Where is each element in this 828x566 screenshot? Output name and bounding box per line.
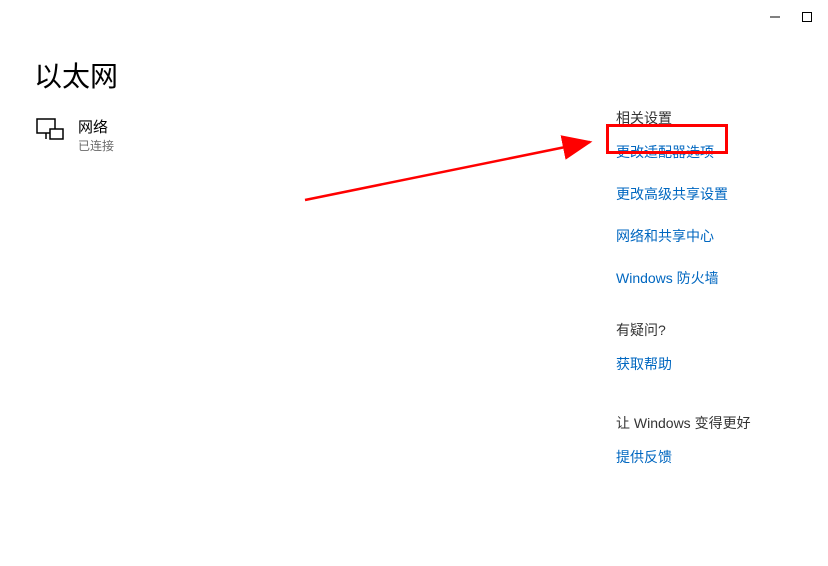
network-status-block[interactable]: 网络 已连接 [36, 118, 114, 154]
maximize-button[interactable] [800, 10, 814, 24]
get-help-link[interactable]: 获取帮助 [616, 354, 672, 374]
feedback-section: 让 Windows 变得更好 提供反馈 [616, 413, 751, 489]
related-settings-section: 相关设置 更改适配器选项 更改高级共享设置 网络和共享中心 Windows 防火… [616, 108, 728, 310]
network-sharing-center-link[interactable]: 网络和共享中心 [616, 226, 728, 246]
change-adapter-options-link[interactable]: 更改适配器选项 [616, 142, 728, 162]
minimize-button[interactable] [768, 10, 782, 24]
network-status: 已连接 [78, 138, 114, 155]
change-advanced-sharing-link[interactable]: 更改高级共享设置 [616, 184, 728, 204]
feedback-heading: 让 Windows 变得更好 [616, 413, 751, 433]
submit-feedback-link[interactable]: 提供反馈 [616, 447, 751, 467]
related-settings-heading: 相关设置 [616, 108, 728, 128]
question-section: 有疑问? 获取帮助 [616, 320, 672, 396]
window-controls [754, 0, 828, 34]
windows-firewall-link[interactable]: Windows 防火墙 [616, 268, 728, 288]
ethernet-icon [36, 118, 64, 144]
network-text: 网络 已连接 [78, 118, 114, 154]
network-name: 网络 [78, 118, 114, 138]
annotation-arrow [300, 120, 610, 210]
page-title: 以太网 [34, 55, 118, 95]
question-heading: 有疑问? [616, 320, 672, 340]
